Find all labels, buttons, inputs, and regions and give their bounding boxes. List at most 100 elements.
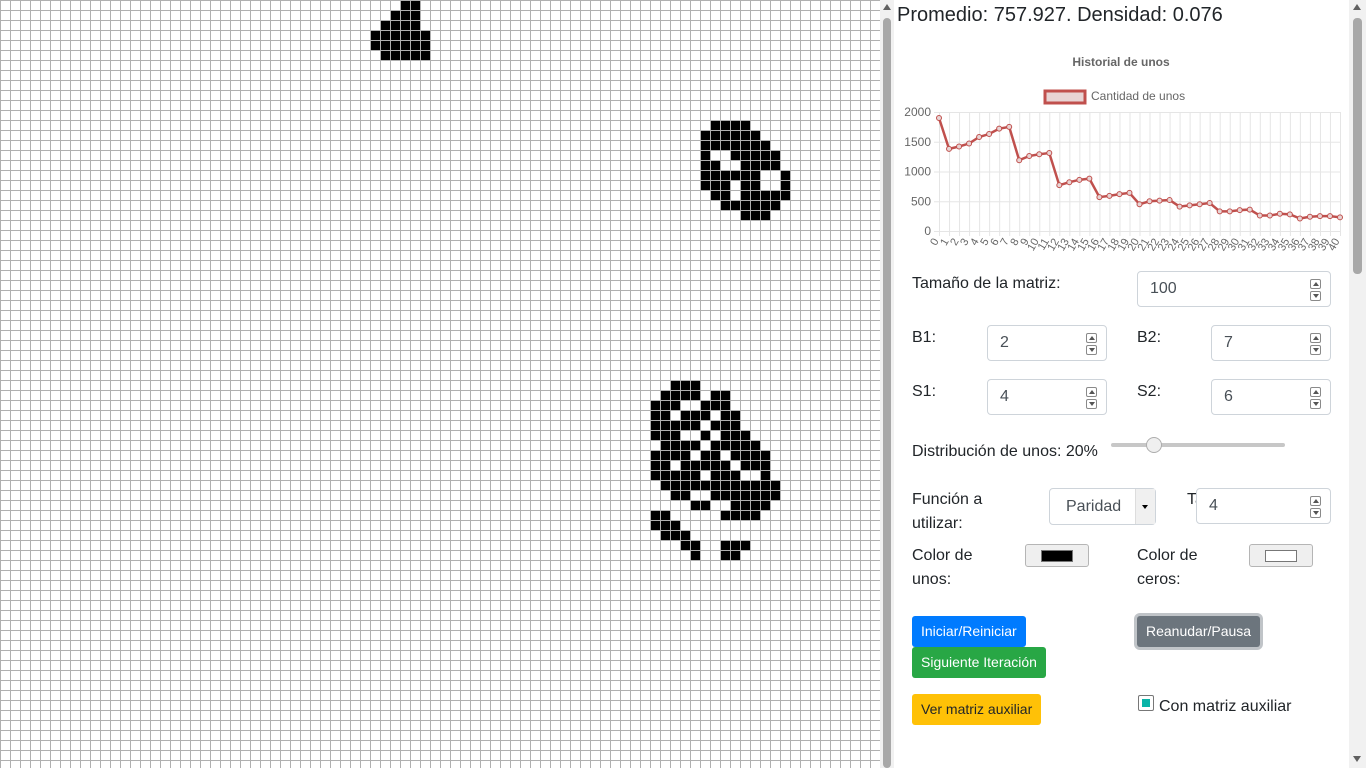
alive-cell: [660, 530, 670, 540]
next-iteration-button[interactable]: Siguiente Iteración: [912, 647, 1046, 678]
distribution-slider-track[interactable]: [1111, 443, 1285, 447]
alive-cell: [650, 520, 660, 530]
alive-cell: [740, 160, 750, 170]
b1-value: 2: [1000, 334, 1009, 351]
alive-cell: [760, 190, 770, 200]
alive-cell: [670, 430, 680, 440]
alive-cell: [720, 190, 730, 200]
increment-icon[interactable]: [1310, 387, 1321, 397]
decrement-icon[interactable]: [1310, 345, 1321, 355]
alive-cell: [710, 470, 720, 480]
alive-cell: [420, 50, 430, 60]
b2-input[interactable]: 7: [1211, 325, 1331, 361]
alive-cell: [710, 390, 720, 400]
s1-label: S1:: [912, 383, 937, 400]
scroll-up-icon[interactable]: [1353, 4, 1361, 10]
alive-cell: [720, 180, 730, 190]
alive-cell: [680, 540, 690, 550]
scroll-up-icon[interactable]: [883, 4, 891, 10]
data-point: [966, 140, 973, 147]
decrement-icon[interactable]: [1310, 399, 1321, 409]
decrement-icon[interactable]: [1310, 508, 1321, 518]
view-aux-matrix-button[interactable]: Ver matriz auxiliar: [912, 694, 1042, 725]
s2-input[interactable]: 6: [1211, 379, 1331, 415]
data-point: [1126, 189, 1133, 196]
alive-cell: [390, 10, 400, 20]
increment-icon[interactable]: [1310, 496, 1321, 506]
tau-input[interactable]: 4: [1196, 488, 1331, 524]
tau-value: 4: [1209, 497, 1218, 514]
s1-stepper[interactable]: [1086, 387, 1097, 409]
cellular-automaton-grid[interactable]: [0, 0, 880, 768]
grid-canvas[interactable]: [0, 0, 880, 768]
alive-cell: [740, 510, 750, 520]
decrement-icon[interactable]: [1086, 399, 1097, 409]
scroll-down-icon[interactable]: [1353, 756, 1361, 762]
page-scrollbar[interactable]: [1349, 0, 1366, 768]
alive-cell: [650, 410, 660, 420]
alive-cell: [650, 400, 660, 410]
alive-cell: [660, 450, 670, 460]
data-point: [1106, 192, 1113, 199]
b1-stepper[interactable]: [1086, 333, 1097, 355]
alive-cell: [680, 490, 690, 500]
alive-cell: [730, 420, 740, 430]
alive-cell: [750, 170, 760, 180]
function-select[interactable]: Paridad: [1049, 488, 1156, 525]
alive-cell: [710, 440, 720, 450]
alive-cell: [760, 470, 770, 480]
s1-input[interactable]: 4: [987, 379, 1107, 415]
color-zeros-picker[interactable]: [1249, 544, 1313, 567]
alive-cell: [710, 400, 720, 410]
resume-pause-button[interactable]: Reanudar/Pausa: [1137, 616, 1261, 647]
b2-stepper[interactable]: [1310, 333, 1321, 355]
alive-cell: [670, 520, 680, 530]
b1-input[interactable]: 2: [987, 325, 1107, 361]
alive-cell: [670, 530, 680, 540]
grid-scrollbar-thumb[interactable]: [883, 18, 891, 768]
data-point: [1226, 208, 1233, 215]
increment-icon[interactable]: [1310, 279, 1321, 289]
alive-cell: [680, 410, 690, 420]
alive-cell: [710, 130, 720, 140]
alive-cell: [710, 480, 720, 490]
decrement-icon[interactable]: [1310, 291, 1321, 301]
chevron-down-icon[interactable]: [1135, 489, 1155, 524]
alive-cell: [680, 420, 690, 430]
data-point: [1316, 213, 1323, 220]
grid-scrollbar[interactable]: [880, 0, 894, 768]
increment-icon[interactable]: [1086, 333, 1097, 343]
aux-matrix-checkbox[interactable]: [1138, 695, 1154, 711]
alive-cell: [720, 410, 730, 420]
color-ones-picker[interactable]: [1025, 544, 1089, 567]
alive-cell: [770, 200, 780, 210]
alive-cell: [680, 450, 690, 460]
alive-cell: [700, 140, 710, 150]
increment-icon[interactable]: [1310, 333, 1321, 343]
distribution-slider-handle[interactable]: [1145, 437, 1162, 453]
s2-stepper[interactable]: [1310, 387, 1321, 409]
y-tick-label: 0: [924, 224, 931, 238]
alive-cell: [650, 510, 660, 520]
alive-cell: [690, 440, 700, 450]
alive-cell: [750, 460, 760, 470]
alive-cell: [730, 540, 740, 550]
matrix-size-stepper[interactable]: [1310, 279, 1321, 301]
increment-icon[interactable]: [1086, 387, 1097, 397]
alive-cell: [670, 450, 680, 460]
b1-label: B1:: [912, 329, 937, 346]
start-restart-button[interactable]: Iniciar/Reiniciar: [912, 616, 1026, 647]
page-scrollbar-thumb[interactable]: [1353, 18, 1362, 274]
alive-cell: [720, 440, 730, 450]
decrement-icon[interactable]: [1086, 345, 1097, 355]
alive-cell: [770, 190, 780, 200]
alive-cell: [410, 0, 420, 10]
alive-cell: [740, 210, 750, 220]
distribution-slider[interactable]: [1111, 437, 1285, 453]
alive-cell: [720, 470, 730, 480]
matrix-size-input[interactable]: 100: [1137, 271, 1331, 307]
tau-stepper[interactable]: [1310, 496, 1321, 518]
data-point: [1306, 213, 1313, 220]
alive-cell: [700, 150, 710, 160]
data-point: [956, 143, 963, 150]
